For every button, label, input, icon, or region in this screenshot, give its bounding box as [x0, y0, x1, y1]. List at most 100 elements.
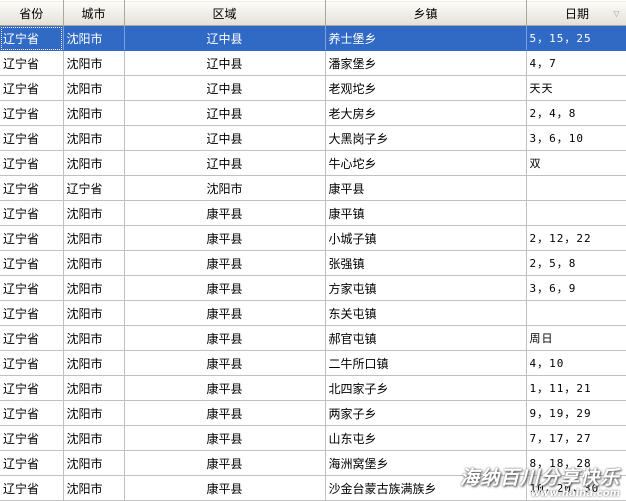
- table-row[interactable]: 辽宁省 沈阳市 辽中县 养士堡乡 5，15，25: [0, 25, 626, 51]
- table-row[interactable]: 辽宁省 沈阳市 康平县 东关屯镇: [0, 300, 626, 326]
- cell-town[interactable]: 沙金台蒙古族满族乡: [325, 475, 527, 501]
- cell-town[interactable]: 北四家子乡: [325, 375, 527, 401]
- cell-area[interactable]: 康平县: [124, 400, 326, 426]
- cell-province[interactable]: 辽宁省: [0, 425, 64, 451]
- cell-area[interactable]: 康平县: [124, 325, 326, 351]
- cell-date[interactable]: 双: [526, 150, 626, 176]
- column-header-city[interactable]: 城市: [63, 0, 125, 26]
- cell-date[interactable]: 7，17，27: [526, 425, 626, 451]
- cell-date[interactable]: 2，12，22: [526, 225, 626, 251]
- data-grid[interactable]: 省份 城市 区域 乡镇 日期 ▽ 辽宁省 沈阳市 辽中县 养士堡乡 5，15，25 辽宁省…: [0, 0, 626, 501]
- cell-date[interactable]: 1，11，21: [526, 375, 626, 401]
- table-row[interactable]: 辽宁省 沈阳市 康平县 康平镇: [0, 200, 626, 226]
- cell-province[interactable]: 辽宁省: [0, 350, 64, 376]
- cell-area[interactable]: 康平县: [124, 425, 326, 451]
- cell-date[interactable]: 3，6，10: [526, 125, 626, 151]
- cell-city[interactable]: 沈阳市: [63, 200, 125, 226]
- cell-town[interactable]: 郝官屯镇: [325, 325, 527, 351]
- table-row[interactable]: 辽宁省 沈阳市 康平县 两家子乡 9，19，29: [0, 400, 626, 426]
- table-row[interactable]: 辽宁省 沈阳市 辽中县 老大房乡 2，4，8: [0, 100, 626, 126]
- cell-area[interactable]: 辽中县: [124, 150, 326, 176]
- cell-city[interactable]: 沈阳市: [63, 300, 125, 326]
- cell-town[interactable]: 潘家堡乡: [325, 50, 527, 76]
- cell-town[interactable]: 康平镇: [325, 200, 527, 226]
- cell-province[interactable]: 辽宁省: [0, 400, 64, 426]
- table-row[interactable]: 辽宁省 沈阳市 辽中县 牛心坨乡双: [0, 150, 626, 176]
- cell-date[interactable]: 5，15，25: [526, 25, 626, 51]
- cell-province[interactable]: 辽宁省: [0, 475, 64, 501]
- column-header-date[interactable]: 日期 ▽: [526, 0, 626, 26]
- cell-area[interactable]: 辽中县: [124, 100, 326, 126]
- cell-date[interactable]: 9，19，29: [526, 400, 626, 426]
- cell-city[interactable]: 沈阳市: [63, 250, 125, 276]
- table-row[interactable]: 辽宁省 辽宁省 沈阳市 康平县: [0, 175, 626, 201]
- cell-province[interactable]: 辽宁省: [0, 150, 64, 176]
- cell-province[interactable]: 辽宁省: [0, 100, 64, 126]
- cell-area[interactable]: 康平县: [124, 350, 326, 376]
- cell-area[interactable]: 康平县: [124, 225, 326, 251]
- cell-area[interactable]: 沈阳市: [124, 175, 326, 201]
- column-header-area[interactable]: 区域: [124, 0, 326, 26]
- table-row[interactable]: 辽宁省 沈阳市 康平县 郝官屯镇 周日: [0, 325, 626, 351]
- cell-date[interactable]: 周日: [526, 325, 626, 351]
- cell-date[interactable]: 天天: [526, 75, 626, 101]
- cell-town[interactable]: 康平县: [325, 175, 527, 201]
- table-row[interactable]: 辽宁省 沈阳市 康平县 二牛所口镇 4，10: [0, 350, 626, 376]
- cell-area[interactable]: 康平县: [124, 200, 326, 226]
- cell-town[interactable]: 养士堡乡: [325, 25, 527, 51]
- cell-town[interactable]: 牛心坨乡: [325, 150, 527, 176]
- cell-city[interactable]: 沈阳市: [63, 100, 125, 126]
- table-row[interactable]: 辽宁省 沈阳市 康平县 张强镇 2，5，8: [0, 250, 626, 276]
- cell-area[interactable]: 康平县: [124, 375, 326, 401]
- cell-date[interactable]: [526, 175, 626, 201]
- cell-city[interactable]: 沈阳市: [63, 225, 125, 251]
- cell-town[interactable]: 海洲窝堡乡: [325, 450, 527, 476]
- table-row[interactable]: 辽宁省 沈阳市 辽中县 老观坨乡 天天: [0, 75, 626, 101]
- cell-date[interactable]: [526, 300, 626, 326]
- cell-city[interactable]: 沈阳市: [63, 125, 125, 151]
- sort-arrow-icon[interactable]: ▽: [613, 9, 619, 18]
- cell-area[interactable]: 辽中县: [124, 75, 326, 101]
- cell-area[interactable]: 康平县: [124, 250, 326, 276]
- cell-area[interactable]: 辽中县: [124, 50, 326, 76]
- cell-city[interactable]: 沈阳市: [63, 475, 125, 501]
- cell-city[interactable]: 沈阳市: [63, 25, 125, 51]
- cell-province[interactable]: 辽宁省: [0, 175, 64, 201]
- cell-province[interactable]: 辽宁省: [0, 275, 64, 301]
- cell-province[interactable]: 辽宁省: [0, 75, 64, 101]
- cell-city[interactable]: 沈阳市: [63, 150, 125, 176]
- cell-town[interactable]: 方家屯镇: [325, 275, 527, 301]
- cell-date[interactable]: 2，5，8: [526, 250, 626, 276]
- cell-date[interactable]: 8，18，28: [526, 450, 626, 476]
- column-header-town[interactable]: 乡镇: [325, 0, 527, 26]
- cell-province[interactable]: 辽宁省: [0, 125, 64, 151]
- table-row[interactable]: 辽宁省 沈阳市 辽中县 大黑岗子乡 3，6，10: [0, 125, 626, 151]
- cell-province[interactable]: 辽宁省: [0, 250, 64, 276]
- cell-city[interactable]: 沈阳市: [63, 275, 125, 301]
- cell-area[interactable]: 康平县: [124, 475, 326, 501]
- cell-town[interactable]: 山东屯乡: [325, 425, 527, 451]
- cell-city[interactable]: 沈阳市: [63, 400, 125, 426]
- cell-area[interactable]: 康平县: [124, 300, 326, 326]
- cell-province[interactable]: 辽宁省: [0, 450, 64, 476]
- table-row[interactable]: 辽宁省 沈阳市 康平县 山东屯乡 7，17，27: [0, 425, 626, 451]
- cell-date[interactable]: [526, 200, 626, 226]
- cell-city[interactable]: 沈阳市: [63, 325, 125, 351]
- cell-date[interactable]: 2，4，8: [526, 100, 626, 126]
- table-row[interactable]: 辽宁省 沈阳市 康平县 方家屯镇 3，6，9: [0, 275, 626, 301]
- cell-town[interactable]: 张强镇: [325, 250, 527, 276]
- cell-city[interactable]: 辽宁省: [63, 175, 125, 201]
- cell-date[interactable]: 10，20，30: [526, 475, 626, 501]
- cell-town[interactable]: 小城子镇: [325, 225, 527, 251]
- cell-town[interactable]: 二牛所口镇: [325, 350, 527, 376]
- cell-city[interactable]: 沈阳市: [63, 350, 125, 376]
- table-row[interactable]: 辽宁省 沈阳市 康平县 海洲窝堡乡 8，18，28: [0, 450, 626, 476]
- cell-town[interactable]: 大黑岗子乡: [325, 125, 527, 151]
- cell-town[interactable]: 老大房乡: [325, 100, 527, 126]
- cell-province[interactable]: 辽宁省: [0, 325, 64, 351]
- cell-date[interactable]: 4，7: [526, 50, 626, 76]
- cell-area[interactable]: 辽中县: [124, 125, 326, 151]
- cell-city[interactable]: 沈阳市: [63, 425, 125, 451]
- cell-province[interactable]: 辽宁省: [0, 225, 64, 251]
- cell-town[interactable]: 两家子乡: [325, 400, 527, 426]
